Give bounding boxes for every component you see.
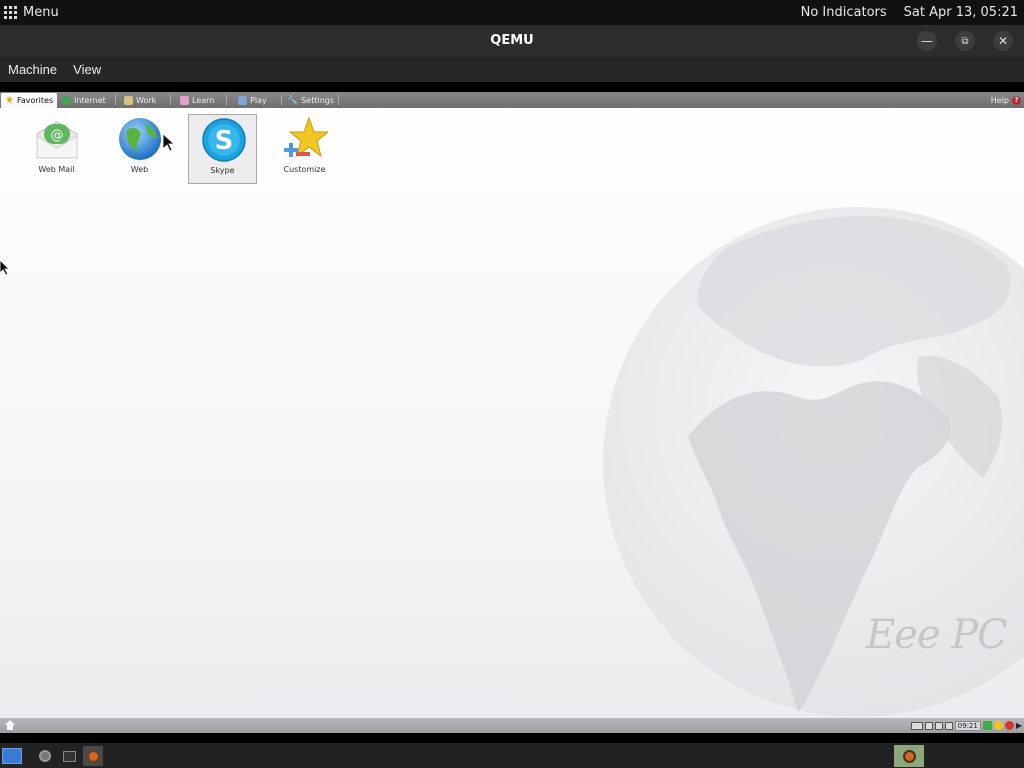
host-clock[interactable]: Sat Apr 13, 05:21 [904,5,1018,20]
guest-clock[interactable]: 09:21 [954,720,981,731]
window-title: QEMU [490,33,534,48]
shutdown-icon[interactable] [1004,721,1014,730]
customize-star-icon [284,116,328,158]
tab-favorites[interactable]: ★ Favorites [1,93,58,108]
maximize-button[interactable]: ⧉ [955,31,975,51]
guest-tab-bar: ★ Favorites Internet Work Learn Play 🔧 S… [0,92,1024,108]
tab-internet[interactable]: Internet [58,93,110,108]
network-icon[interactable] [910,721,923,730]
desktop-icon [2,748,22,764]
tab-separator [338,95,339,105]
tab-learn-label: Learn [192,96,215,105]
qemu-title-bar: QEMU — ⧉ ✕ [0,25,1024,57]
svg-text:S: S [215,126,234,156]
close-button[interactable]: ✕ [993,31,1013,51]
volume-icon[interactable] [924,721,933,730]
wrench-icon: 🔧 [287,95,299,106]
tab-favorites-label: Favorites [16,96,54,105]
minimize-button[interactable]: — [917,31,937,51]
eee-pc-watermark: Eee PC [866,612,1008,658]
menu-view[interactable]: View [73,62,101,77]
launcher-terminal[interactable] [59,746,79,766]
minimize-icon: — [921,34,933,48]
display-border [0,82,1024,92]
task-qemu-window[interactable] [894,745,924,767]
arrow-right-icon[interactable]: ▶ [1016,721,1022,730]
webmail-icon: @ [36,121,78,159]
help-icon: ? [1012,96,1021,105]
star-icon: ★ [5,95,14,106]
host-cursor-icon [0,260,10,276]
qemu-menu-bar: Machine View [0,57,1024,82]
help-label: Help [990,96,1009,105]
help-button[interactable]: Help ? [991,93,1021,108]
storage-icon[interactable] [944,721,953,730]
desktop-icon-customize[interactable]: Customize [270,114,339,184]
desktop-icon-label: Skype [210,166,235,175]
tab-play-label: Play [250,96,267,105]
web-globe-icon [119,118,161,160]
svg-text:@: @ [51,128,64,143]
launcher-qemu[interactable] [83,746,103,766]
status-green-icon[interactable] [982,721,992,730]
tab-internet-label: Internet [74,96,106,105]
tab-separator [226,95,227,105]
smiley-icon[interactable] [993,721,1003,730]
desktop-icon-label: Web [130,165,149,174]
home-icon[interactable] [5,720,15,730]
battery-icon[interactable] [934,721,943,730]
panel-border [0,733,1024,743]
tab-separator [115,95,116,105]
tab-play[interactable]: Play [234,93,271,108]
indicators-status[interactable]: No Indicators [801,5,887,20]
host-menu-label: Menu [23,5,59,20]
globe-icon [62,96,71,105]
tab-learn[interactable]: Learn [176,93,218,108]
apps-grid-icon [4,6,17,19]
tab-work-label: Work [136,96,157,105]
restore-icon: ⧉ [961,35,969,47]
desktop-icon-label: Customize [283,165,326,174]
tab-separator [170,95,171,105]
desktop-icon-skype[interactable]: S Skype [188,114,257,184]
tab-settings-label: Settings [301,96,335,105]
tab-separator [281,95,282,105]
tab-settings[interactable]: 🔧 Settings [283,93,338,108]
gamepad-icon [238,96,247,105]
guest-screen[interactable]: ★ Favorites Internet Work Learn Play 🔧 S… [0,92,1024,733]
skype-icon: S [202,118,246,162]
show-desktop-button[interactable] [2,746,22,766]
guest-system-tray: 09:21 ▶ [910,719,1022,732]
close-icon: ✕ [997,34,1009,48]
mouse-cursor-icon [163,134,175,152]
guest-taskbar: 09:21 ▶ [0,718,1024,733]
desktop-icon-label: Web Mail [38,165,75,174]
host-top-bar: Menu No Indicators Sat Apr 13, 05:21 [0,0,1024,25]
menu-machine[interactable]: Machine [8,62,57,77]
host-bottom-panel [0,743,1024,768]
qemu-app-icon [86,749,100,763]
settings-gear-icon [39,750,51,762]
desktop-icon-webmail[interactable]: @ Web Mail [22,114,91,184]
qemu-task-icon [902,749,916,763]
host-menu-button[interactable]: Menu [4,0,59,25]
briefcase-icon [124,96,133,105]
book-icon [180,96,189,105]
terminal-icon [62,750,76,762]
launcher-settings[interactable] [35,746,55,766]
tab-work[interactable]: Work [120,93,160,108]
